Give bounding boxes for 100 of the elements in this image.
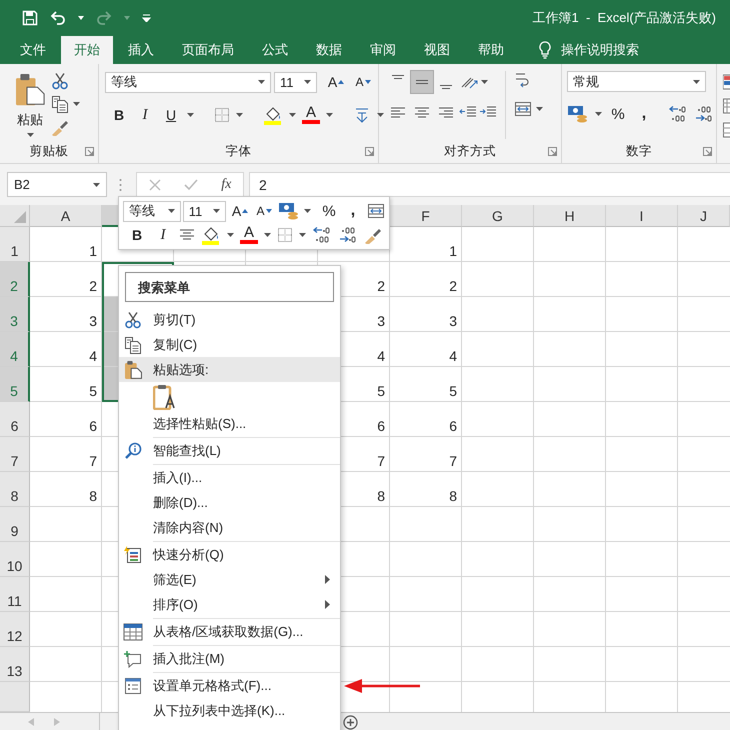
- ribbon-tab[interactable]: 页面布局: [169, 36, 247, 64]
- column-header[interactable]: J: [678, 205, 730, 227]
- caret-icon[interactable]: [377, 113, 384, 117]
- menu-item[interactable]: 插入批注(M): [119, 646, 340, 671]
- paste-icon[interactable]: [124, 360, 142, 380]
- submenu-arrow-icon[interactable]: [325, 600, 330, 609]
- ribbon-tab[interactable]: 帮助: [465, 36, 517, 64]
- fill-color-icon[interactable]: [201, 225, 221, 245]
- bold-button[interactable]: B: [127, 224, 147, 246]
- bold-button[interactable]: B: [109, 104, 129, 126]
- menu-item[interactable]: 复制(C): [119, 332, 340, 357]
- format-painter-icon[interactable]: [51, 118, 69, 136]
- caret-icon[interactable]: [168, 209, 175, 213]
- ribbon-tab[interactable]: 视图: [411, 36, 463, 64]
- quick-analysis-icon[interactable]: [124, 546, 142, 564]
- increase-font-button[interactable]: A: [326, 71, 346, 93]
- dialog-launcher-icon[interactable]: [365, 146, 374, 156]
- caret-icon[interactable]: [227, 233, 234, 237]
- comment-icon[interactable]: [124, 650, 142, 668]
- paste-values-icon[interactable]: [153, 384, 175, 410]
- increase-decimal-icon[interactable]: [668, 106, 688, 122]
- menu-item[interactable]: 快速分析(Q): [119, 542, 340, 567]
- caret-icon[interactable]: [326, 113, 333, 117]
- font-size-field[interactable]: 11: [182, 200, 226, 222]
- menu-item[interactable]: 插入(I)...: [119, 465, 340, 490]
- font-size-field[interactable]: 11: [274, 72, 317, 92]
- row-header[interactable]: 2: [0, 262, 30, 297]
- menu-item[interactable]: 清除内容(N): [119, 515, 340, 540]
- caret-icon[interactable]: [78, 16, 84, 20]
- caret-icon[interactable]: [693, 80, 700, 84]
- smart-lookup-icon[interactable]: [124, 442, 142, 460]
- row-header[interactable]: 11: [0, 577, 30, 612]
- percent-button[interactable]: %: [319, 200, 339, 222]
- paste-button[interactable]: 粘贴: [5, 71, 51, 139]
- percent-button[interactable]: %: [608, 103, 628, 125]
- conditional-format-icon[interactable]: [723, 74, 730, 90]
- border-icon[interactable]: [277, 227, 293, 243]
- number-format-field[interactable]: 常规: [567, 71, 706, 92]
- ribbon-tab[interactable]: 公式: [249, 36, 301, 64]
- decrease-indent-icon[interactable]: [459, 105, 477, 119]
- row-header[interactable]: 6: [0, 402, 30, 437]
- menu-item[interactable]: 筛选(E): [119, 567, 340, 592]
- lightbulb-icon[interactable]: [539, 41, 551, 59]
- save-icon[interactable]: [22, 10, 38, 26]
- caret-icon[interactable]: [481, 80, 488, 84]
- column-header[interactable]: A: [30, 205, 102, 227]
- caret-icon[interactable]: [299, 233, 306, 237]
- menu-item[interactable]: 剪切(T): [119, 307, 340, 332]
- ribbon-tab[interactable]: 数据: [303, 36, 355, 64]
- row-header[interactable]: 3: [0, 297, 30, 332]
- menu-item[interactable]: 智能查找(L): [119, 438, 340, 463]
- font-color-button[interactable]: A: [302, 106, 320, 124]
- formula-field[interactable]: 2: [249, 172, 730, 197]
- row-header[interactable]: 5: [0, 367, 30, 402]
- increase-font-button[interactable]: A: [230, 200, 250, 222]
- clipboard-icon[interactable]: [15, 73, 45, 107]
- copy-icon[interactable]: [124, 336, 142, 354]
- caret-icon[interactable]: [289, 113, 296, 117]
- caret-icon[interactable]: [264, 233, 271, 237]
- cell-styles-icon[interactable]: [723, 122, 730, 138]
- accounting-icon[interactable]: [567, 105, 589, 123]
- decrease-font-button[interactable]: A: [254, 200, 274, 222]
- caret-icon[interactable]: [595, 112, 602, 116]
- menu-item[interactable]: 粘贴选项:: [119, 357, 340, 382]
- row-header[interactable]: 10: [0, 542, 30, 577]
- font-name-field[interactable]: 等线: [105, 72, 271, 92]
- menu-item[interactable]: 排序(O): [119, 592, 340, 617]
- column-header[interactable]: I: [606, 205, 678, 227]
- table-icon[interactable]: [123, 622, 143, 640]
- dialog-launcher-icon[interactable]: [703, 146, 712, 156]
- ribbon-tab[interactable]: 文件: [7, 36, 59, 64]
- row-header[interactable]: 4: [0, 332, 30, 367]
- search-field[interactable]: 搜索菜单: [125, 272, 334, 302]
- caret-icon[interactable]: [304, 209, 311, 213]
- caret-icon[interactable]: [213, 209, 220, 213]
- caret-icon[interactable]: [304, 80, 311, 84]
- menu-item[interactable]: 从下拉列表中选择(K)...: [119, 698, 340, 723]
- wrap-text-icon[interactable]: [367, 203, 385, 219]
- increase-indent-icon[interactable]: [479, 105, 497, 119]
- border-icon[interactable]: [214, 107, 230, 123]
- fill-color-icon[interactable]: [263, 105, 283, 125]
- accounting-icon[interactable]: [278, 202, 300, 220]
- decrease-decimal-icon[interactable]: [338, 227, 358, 243]
- row-header[interactable]: 7: [0, 437, 30, 472]
- ribbon-tab[interactable]: 开始: [61, 36, 113, 64]
- column-header[interactable]: F: [390, 205, 462, 227]
- italic-button[interactable]: I: [135, 104, 155, 126]
- caret-icon[interactable]: [187, 113, 194, 117]
- tell-me-button[interactable]: 操作说明搜索: [539, 36, 639, 64]
- format-table-icon[interactable]: [723, 98, 730, 114]
- format-painter-icon[interactable]: [364, 226, 382, 244]
- ribbon-tab[interactable]: 插入: [115, 36, 167, 64]
- comma-button[interactable]: ,: [634, 103, 654, 125]
- decrease-decimal-icon[interactable]: [694, 106, 714, 122]
- submenu-arrow-icon[interactable]: [325, 575, 330, 584]
- decrease-font-button[interactable]: A: [353, 71, 373, 93]
- row-header[interactable]: 1: [0, 227, 30, 262]
- row-header[interactable]: 12: [0, 612, 30, 647]
- font-color-button[interactable]: A: [240, 226, 258, 244]
- menu-item[interactable]: 删除(D)...: [119, 490, 340, 515]
